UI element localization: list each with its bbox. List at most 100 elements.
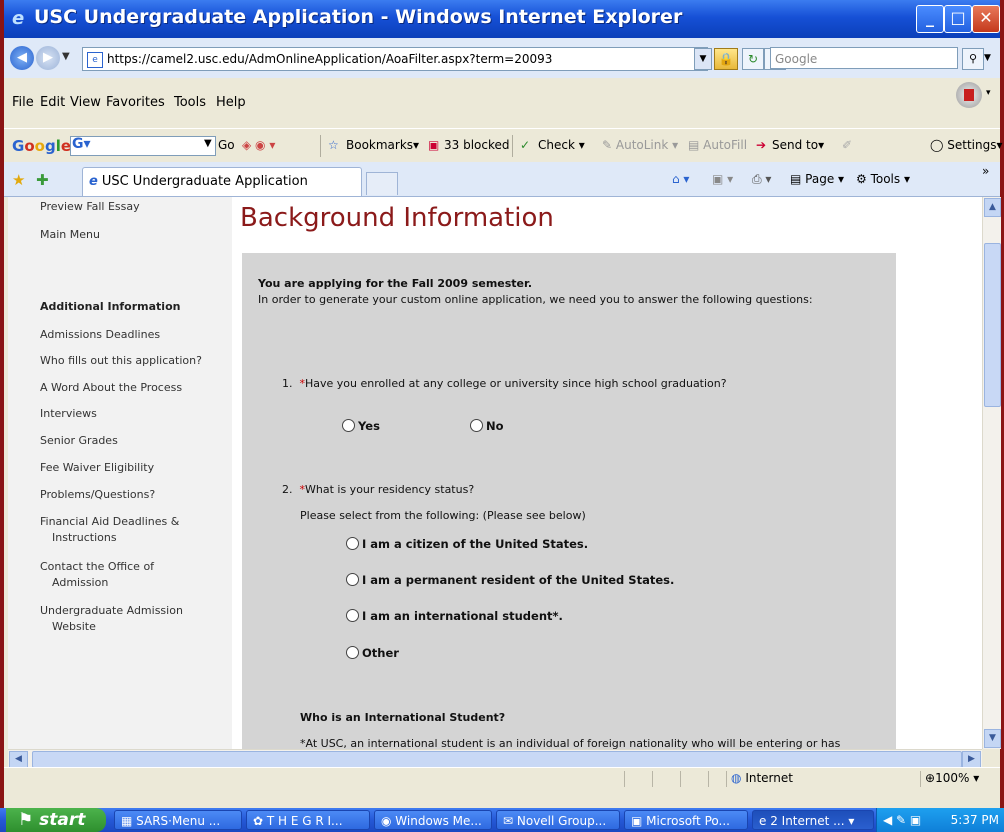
q1-yes-radio[interactable]: Yes xyxy=(342,419,380,433)
sidebar-link-who-fills[interactable]: Who fills out this application? xyxy=(40,353,230,369)
intro-line: In order to generate your custom online … xyxy=(258,293,813,306)
google-go-button[interactable]: Go xyxy=(218,138,235,152)
address-field[interactable]: e https://camel2.usc.edu/AdmOnlineApplica… xyxy=(82,47,708,71)
bookmarks-button[interactable]: Bookmarks▾ xyxy=(346,138,419,152)
menu-tools[interactable]: Tools xyxy=(174,95,206,110)
back-button[interactable]: ◀ xyxy=(10,46,34,70)
favorites-star-icon[interactable]: ★ xyxy=(12,171,25,189)
address-url: https://camel2.usc.edu/AdmOnlineApplicat… xyxy=(107,52,553,66)
toolbar-separator xyxy=(512,135,513,157)
sidebar-link-preview-essay[interactable]: Preview Fall Essay xyxy=(40,199,230,215)
scroll-up-icon[interactable]: ▲ xyxy=(984,198,1001,217)
scroll-right-icon[interactable]: ▶ xyxy=(962,751,981,768)
page-viewport: Preview Fall Essay Main Menu Additional … xyxy=(8,197,982,749)
globe-icon: ◍ xyxy=(731,771,742,785)
history-dropdown-icon[interactable]: ▼ xyxy=(62,51,70,62)
pencil-icon: ✐ xyxy=(842,138,853,152)
toolbar-separator xyxy=(320,135,321,157)
horizontal-scroll-thumb[interactable] xyxy=(32,751,962,768)
q2-permanent-resident-radio[interactable]: I am a permanent resident of the United … xyxy=(346,573,674,587)
zoom-icon: ⊕ xyxy=(925,771,936,785)
popup-blocker-icon: ▣ xyxy=(428,138,440,152)
sidebar-link-interviews[interactable]: Interviews xyxy=(40,406,230,422)
search-dropdown-icon[interactable]: ▼ xyxy=(984,48,996,68)
status-divider xyxy=(624,771,625,787)
sidebar-link-process[interactable]: A Word About the Process xyxy=(40,380,230,396)
close-button[interactable]: ✕ xyxy=(972,5,1000,33)
taskbar-item-internet-explorer[interactable]: e 2 Internet ... ▾ xyxy=(752,810,874,830)
google-search-input[interactable] xyxy=(70,136,216,156)
vertical-scroll-thumb[interactable] xyxy=(984,243,1001,407)
feeds-icon[interactable]: ▣ ▾ xyxy=(712,172,733,186)
menu-help[interactable]: Help xyxy=(216,95,246,110)
print-icon[interactable]: ⎙ ▾ xyxy=(752,172,771,187)
home-icon[interactable]: ⌂ ▾ xyxy=(672,172,689,186)
sidebar-link-fee-waiver[interactable]: Fee Waiver Eligibility xyxy=(40,460,230,476)
taskbar-item-novell[interactable]: ✉ Novell Group... xyxy=(496,810,620,830)
settings-button[interactable]: ◯ Settings▾ xyxy=(930,138,1003,152)
sidebar-link-financial-aid[interactable]: Financial Aid Deadlines & Instructions xyxy=(40,514,230,546)
maximize-button[interactable]: □ xyxy=(944,5,972,33)
menu-edit[interactable]: Edit xyxy=(40,95,65,110)
sidebar-link-senior-grades[interactable]: Senior Grades xyxy=(40,433,230,449)
horizontal-scrollbar[interactable]: ◀ ▶ xyxy=(8,749,982,768)
q1-no-radio[interactable]: No xyxy=(470,419,504,433)
menu-file[interactable]: File xyxy=(12,95,34,110)
scroll-down-icon[interactable]: ▼ xyxy=(984,729,1001,748)
search-icon[interactable]: ⚲ xyxy=(962,48,984,70)
new-tab-button[interactable] xyxy=(366,172,398,195)
send-to-icon: ➔ xyxy=(756,138,767,152)
start-button[interactable]: ⚑ start xyxy=(6,808,106,832)
minimize-button[interactable]: _ xyxy=(916,5,944,33)
q2-other-radio[interactable]: Other xyxy=(346,646,399,660)
blocked-button[interactable]: 33 blocked xyxy=(444,138,510,152)
sidebar-link-website[interactable]: Undergraduate Admission Website xyxy=(40,603,230,635)
tray-icons[interactable]: ◀ ✎ ▣ xyxy=(883,813,921,827)
taskbar-item-powerpoint[interactable]: ▣ Microsoft Po... xyxy=(624,810,748,830)
vertical-scrollbar[interactable]: ▲ ▼ xyxy=(982,197,1001,749)
title-bar: e USC Undergraduate Application - Window… xyxy=(4,0,1000,38)
autolink-button[interactable]: ✎ AutoLink ▾ xyxy=(602,138,678,152)
zone-label: Internet xyxy=(745,771,793,785)
google-toolbar: Google G▾ ▼ Go ◈ ◉ ▾ ☆ Bookmarks▾ ▣ 33 b… xyxy=(4,128,1003,164)
taskbar-item-grid[interactable]: ✿ T H E G R I... xyxy=(246,810,370,830)
toolbar-tools-icon[interactable]: ◈ ◉ ▾ xyxy=(242,138,275,152)
taskbar-item-sars[interactable]: ▦ SARS·Menu ... xyxy=(114,810,242,830)
zoom-control[interactable]: ⊕100% ▾ xyxy=(920,771,1001,787)
question-1: 1. *Have you enrolled at any college or … xyxy=(282,377,727,390)
lock-icon[interactable]: 🔒 xyxy=(714,48,738,70)
pdf-dropdown-icon[interactable]: ▾ xyxy=(986,88,991,98)
add-favorites-icon[interactable]: ✚ xyxy=(36,171,49,189)
chevron-more-icon[interactable]: » xyxy=(982,164,989,178)
sidebar-link-deadlines[interactable]: Admissions Deadlines xyxy=(40,327,230,343)
forward-button[interactable]: ▶ xyxy=(36,46,60,70)
sidebar-link-contact[interactable]: Contact the Office of Admission xyxy=(40,559,230,591)
taskbar-item-windows-media[interactable]: ◉ Windows Me... xyxy=(374,810,492,830)
sidebar-section-title: Additional Information xyxy=(40,300,181,313)
tab-usc-application[interactable]: e USC Undergraduate Application xyxy=(82,167,362,196)
system-tray: ◀ ✎ ▣ 5:37 PM xyxy=(876,808,1004,832)
sidebar-link-problems[interactable]: Problems/Questions? xyxy=(40,487,230,503)
autofill-button[interactable]: ▤ AutoFill xyxy=(688,138,747,152)
search-input[interactable]: Google xyxy=(770,47,958,69)
page-menu-button[interactable]: ▤ Page ▾ xyxy=(790,172,844,186)
google-dropdown-icon[interactable]: ▼ xyxy=(204,138,212,149)
menu-favorites[interactable]: Favorites xyxy=(106,95,165,110)
q2-international-radio[interactable]: I am an international student*. xyxy=(346,609,563,623)
menu-view[interactable]: View xyxy=(70,95,101,110)
status-bar: ◍ Internet ⊕100% ▾ xyxy=(4,767,1000,790)
send-to-button[interactable]: Send to▾ xyxy=(772,138,824,152)
tab-ie-icon: e xyxy=(89,174,98,189)
sidebar-link-main-menu[interactable]: Main Menu xyxy=(40,227,230,243)
zone-indicator[interactable]: ◍ Internet xyxy=(726,771,867,787)
sidebar: Preview Fall Essay Main Menu Additional … xyxy=(8,197,232,749)
status-divider xyxy=(680,771,681,787)
tools-menu-button[interactable]: ⚙ Tools ▾ xyxy=(856,172,910,186)
address-dropdown-icon[interactable]: ▼ xyxy=(694,48,712,70)
scroll-left-icon[interactable]: ◀ xyxy=(9,751,28,768)
refresh-icon[interactable]: ↻ xyxy=(742,48,764,70)
check-button[interactable]: Check ▾ xyxy=(538,138,585,152)
q2-citizen-radio[interactable]: I am a citizen of the United States. xyxy=(346,537,588,551)
question-panel: You are applying for the Fall 2009 semes… xyxy=(242,253,896,749)
pdf-icon[interactable] xyxy=(956,82,982,108)
